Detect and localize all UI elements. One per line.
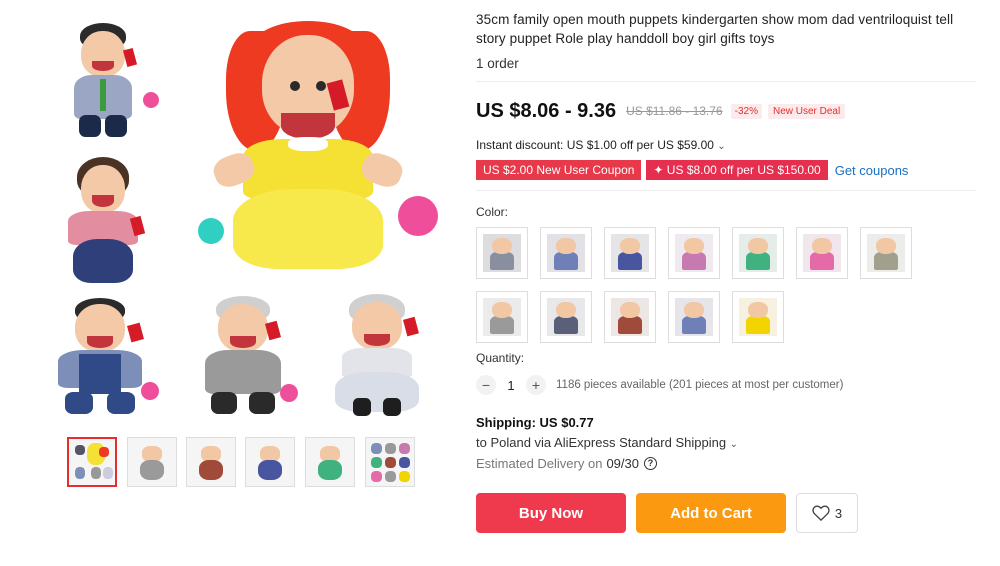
- divider: [476, 81, 976, 82]
- swatch-puppet-body: [490, 252, 514, 270]
- thumbnail-6[interactable]: [365, 437, 415, 487]
- main-product-image[interactable]: [170, 10, 445, 285]
- swatch-puppet-body: [746, 316, 770, 334]
- color-swatch-9[interactable]: [540, 291, 592, 343]
- thumbnail-2[interactable]: [127, 437, 177, 487]
- wishlist-button[interactable]: 3: [796, 493, 858, 533]
- quantity-decrease-button[interactable]: −: [476, 375, 496, 395]
- product-gallery: [30, 10, 450, 490]
- buy-now-button[interactable]: Buy Now: [476, 493, 626, 533]
- quantity-stepper: − 1 + 1186 pieces available (201 pieces …: [476, 375, 976, 395]
- swatch-puppet-body: [618, 252, 642, 270]
- swatch-puppet-body: [618, 316, 642, 334]
- coupon-store[interactable]: ✦ US $8.00 off per US $150.00: [646, 160, 828, 180]
- swatch-puppet-body: [746, 252, 770, 270]
- shipping-route: to Poland via AliExpress Standard Shippi…: [476, 435, 727, 450]
- swatch-puppet-head: [684, 238, 704, 254]
- gallery-image-grandma[interactable]: [312, 290, 442, 420]
- add-to-cart-button[interactable]: Add to Cart: [636, 493, 786, 533]
- product-info: 35cm family open mouth puppets kindergar…: [476, 10, 976, 533]
- color-swatch-4[interactable]: [668, 227, 720, 279]
- new-user-deal-badge: New User Deal: [767, 103, 846, 119]
- swatch-puppet-head: [556, 302, 576, 318]
- gallery-image-boy[interactable]: [35, 290, 165, 420]
- swatch-puppet-body: [682, 316, 706, 334]
- color-swatch-2[interactable]: [540, 227, 592, 279]
- chevron-down-icon: ⌄: [729, 439, 739, 450]
- product-title: 35cm family open mouth puppets kindergar…: [476, 12, 954, 46]
- gallery-image-dad[interactable]: [40, 10, 165, 145]
- color-swatch-5[interactable]: [732, 227, 784, 279]
- quantity-value[interactable]: 1: [496, 378, 526, 393]
- swatch-puppet-head: [556, 238, 576, 254]
- thumbnail-1[interactable]: [67, 437, 117, 487]
- estimated-delivery-label: Estimated Delivery on: [476, 456, 603, 471]
- divider: [476, 190, 976, 191]
- swatch-puppet-head: [492, 238, 512, 254]
- swatch-puppet-body: [554, 252, 578, 270]
- coupon-new-user[interactable]: US $2.00 New User Coupon: [476, 160, 642, 180]
- instant-discount[interactable]: Instant discount: US $1.00 off per US $5…: [476, 138, 976, 152]
- color-swatch-6[interactable]: [796, 227, 848, 279]
- discount-badge: -32%: [730, 103, 762, 119]
- swatch-puppet-body: [810, 252, 834, 270]
- shipping-cost: Shipping: US $0.77: [476, 415, 594, 430]
- color-swatch-12[interactable]: [732, 291, 784, 343]
- quantity-increase-button[interactable]: +: [526, 375, 546, 395]
- original-price: US $11.86 - 13.76: [626, 104, 723, 118]
- coupon-row: US $2.00 New User Coupon ✦ US $8.00 off …: [476, 160, 976, 180]
- color-swatch-3[interactable]: [604, 227, 656, 279]
- stock-available: 1186 pieces available (201 pieces at mos…: [556, 379, 844, 391]
- thumbnail-5[interactable]: [305, 437, 355, 487]
- chevron-down-icon: ⌄: [717, 141, 726, 152]
- swatch-puppet-head: [492, 302, 512, 318]
- swatch-puppet-head: [620, 238, 640, 254]
- quantity-label: Quantity:: [476, 351, 525, 365]
- shipping-method[interactable]: to Poland via AliExpress Standard Shippi…: [476, 435, 976, 450]
- swatch-puppet-body: [874, 252, 898, 270]
- gallery-image-grandpa[interactable]: [180, 290, 305, 420]
- heart-icon: [812, 505, 830, 521]
- thumbnail-3[interactable]: [186, 437, 236, 487]
- color-swatch-10[interactable]: [604, 291, 656, 343]
- action-buttons: Buy Now Add to Cart 3: [476, 493, 976, 533]
- color-swatch-7[interactable]: [860, 227, 912, 279]
- thumbnail-4[interactable]: [245, 437, 295, 487]
- estimated-delivery-date: 09/30: [606, 456, 639, 471]
- swatch-puppet-head: [876, 238, 896, 254]
- price-row: US $8.06 - 9.36 US $11.86 - 13.76 -32% N…: [476, 96, 976, 126]
- swatch-puppet-head: [812, 238, 832, 254]
- gallery-image-mom[interactable]: [40, 150, 165, 285]
- color-swatches: [476, 227, 976, 347]
- color-swatch-11[interactable]: [668, 291, 720, 343]
- help-icon[interactable]: ?: [644, 457, 657, 470]
- get-coupons-link[interactable]: Get coupons: [835, 163, 909, 178]
- estimated-delivery: Estimated Delivery on 09/30 ?: [476, 456, 976, 471]
- color-swatch-1[interactable]: [476, 227, 528, 279]
- order-count: 1 order: [476, 56, 519, 71]
- instant-discount-text: Instant discount: US $1.00 off per US $5…: [476, 138, 714, 152]
- swatch-puppet-head: [620, 302, 640, 318]
- swatch-puppet-head: [684, 302, 704, 318]
- swatch-puppet-body: [682, 252, 706, 270]
- color-swatch-8[interactable]: [476, 291, 528, 343]
- swatch-puppet-head: [748, 238, 768, 254]
- swatch-puppet-body: [554, 316, 578, 334]
- swatch-puppet-head: [748, 302, 768, 318]
- wishlist-count: 3: [834, 505, 843, 521]
- swatch-puppet-body: [490, 316, 514, 334]
- current-price: US $8.06 - 9.36: [476, 99, 617, 122]
- color-label: Color:: [476, 205, 509, 219]
